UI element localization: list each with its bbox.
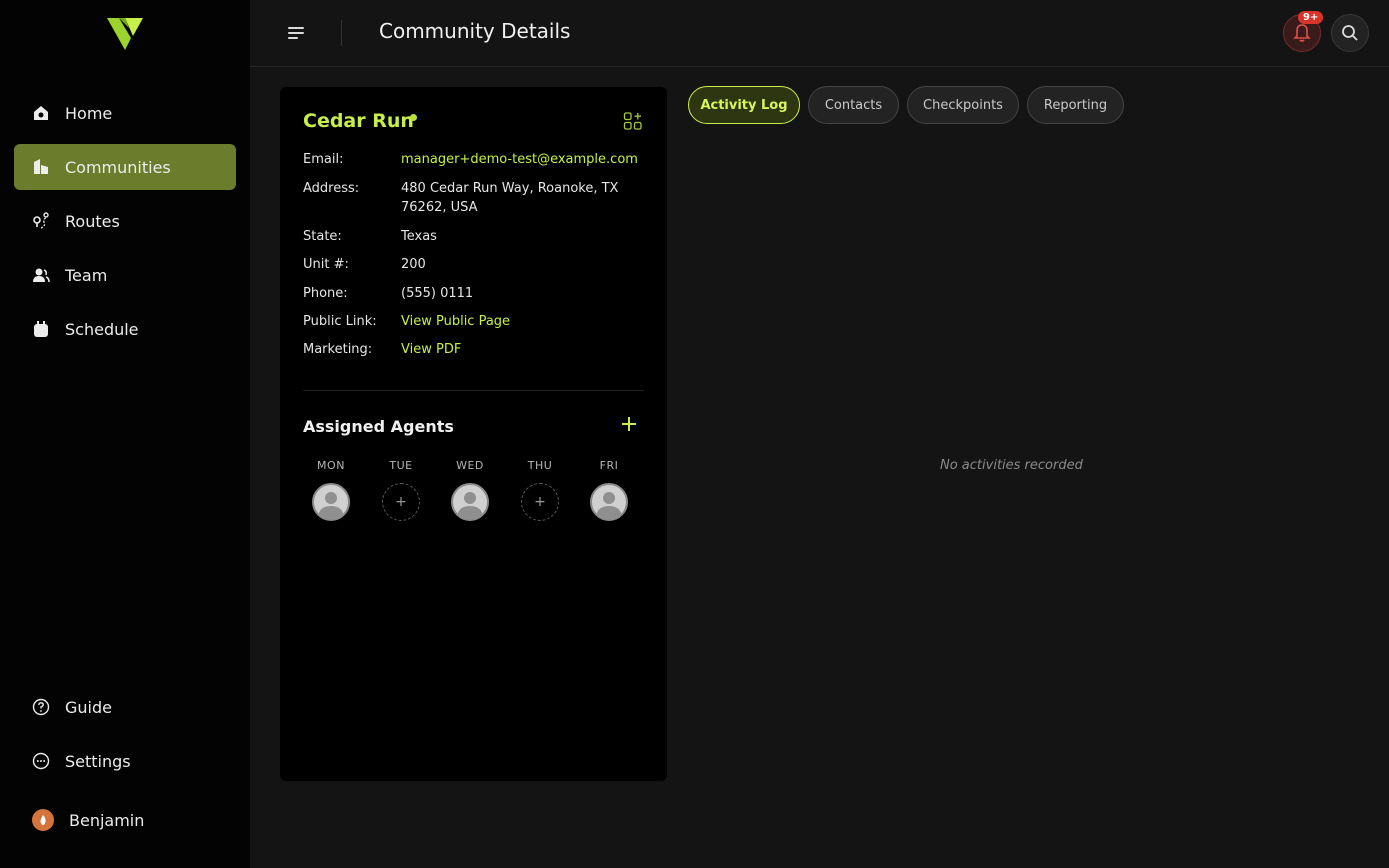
tab-contacts[interactable]: Contacts: [808, 86, 899, 124]
tab-checkpoints[interactable]: Checkpoints: [907, 86, 1019, 124]
user-silhouette-icon: [596, 492, 622, 519]
calendar-icon: [32, 320, 50, 338]
public-page-link[interactable]: View Public Page: [401, 312, 646, 331]
logo[interactable]: [105, 16, 145, 52]
top-header: Community Details 9+: [250, 0, 1389, 67]
unit-label: Unit #:: [303, 257, 349, 272]
add-agent-button[interactable]: [620, 415, 638, 433]
day-mon: MON: [309, 459, 353, 521]
day-label: MON: [317, 459, 345, 472]
notification-badge: 9+: [1298, 11, 1324, 24]
empty-state-message: No activities recorded: [940, 458, 1083, 473]
sidebar-item-label: Routes: [65, 211, 120, 231]
settings-icon: [32, 752, 50, 770]
day-label: FRI: [599, 459, 619, 472]
help-icon: [32, 698, 50, 716]
sidebar-item-routes[interactable]: Routes: [14, 198, 236, 244]
day-thu: THU +: [518, 459, 562, 521]
sidebar-item-label: Communities: [65, 157, 171, 177]
section-divider: [303, 390, 644, 391]
route-icon: [32, 212, 50, 230]
sidebar-item-home[interactable]: Home: [14, 90, 236, 136]
sidebar-item-communities[interactable]: Communities: [14, 144, 236, 190]
marketing-label: Marketing:: [303, 342, 373, 357]
team-icon: [32, 266, 50, 284]
home-icon: [32, 104, 50, 122]
sidebar-item-label: Settings: [65, 751, 131, 771]
state-label: State:: [303, 229, 342, 244]
hamburger-icon: [288, 27, 304, 39]
email-label: Email:: [303, 152, 344, 167]
day-label: THU: [527, 459, 553, 472]
address-label: Address:: [303, 181, 360, 196]
sidebar-item-label: Home: [65, 103, 113, 123]
assigned-agents-title: Assigned Agents: [303, 417, 454, 436]
user-silhouette-icon: [318, 492, 344, 519]
address-value: 480 Cedar Run Way, Roanoke, TX 76262, US…: [401, 181, 619, 215]
day-label: TUE: [389, 459, 413, 472]
public-link-label: Public Link:: [303, 314, 377, 329]
day-fri: FRI: [587, 459, 631, 521]
sidebar-item-schedule[interactable]: Schedule: [14, 306, 236, 352]
assign-agent-slot[interactable]: +: [521, 483, 559, 521]
sidebar-item-guide[interactable]: Guide: [14, 684, 236, 730]
unit-value: 200: [401, 257, 426, 272]
email-link[interactable]: manager+demo-test@example.com: [401, 150, 646, 169]
phone-value: (555) 0111: [401, 286, 474, 301]
sidebar-item-label: Guide: [65, 697, 112, 717]
sidebar: Home Communities Routes Team Schedule Gu…: [0, 0, 250, 868]
status-indicator: [410, 114, 417, 121]
phone-label: Phone:: [303, 286, 348, 301]
sidebar-item-settings[interactable]: Settings: [14, 738, 236, 784]
header-divider: [341, 20, 342, 46]
user-name: Benjamin: [69, 810, 145, 830]
plus-icon: [622, 417, 636, 431]
search-icon: [1342, 25, 1358, 41]
sidebar-item-team[interactable]: Team: [14, 252, 236, 298]
tab-activity-log[interactable]: Activity Log: [688, 86, 800, 124]
user-silhouette-icon: [457, 492, 483, 519]
sidebar-item-label: Schedule: [65, 319, 139, 339]
menu-toggle-button[interactable]: [286, 24, 306, 42]
agent-avatar[interactable]: [312, 483, 350, 521]
day-tue: TUE +: [379, 459, 423, 521]
building-icon: [32, 158, 50, 176]
qr-code-button[interactable]: [623, 111, 643, 131]
day-wed: WED: [448, 459, 492, 521]
page-title: Community Details: [379, 19, 571, 43]
bell-icon: [1293, 24, 1311, 42]
community-name: Cedar Run: [303, 110, 414, 132]
agent-avatar[interactable]: [451, 483, 489, 521]
assign-agent-slot[interactable]: +: [382, 483, 420, 521]
marketing-pdf-link[interactable]: View PDF: [401, 340, 646, 359]
agent-avatar[interactable]: [590, 483, 628, 521]
search-button[interactable]: [1331, 14, 1369, 52]
sidebar-item-label: Team: [65, 265, 108, 285]
user-profile[interactable]: Benjamin: [32, 809, 144, 831]
qr-grid-icon: [623, 112, 642, 130]
day-label: WED: [456, 459, 484, 472]
avatar: [32, 809, 54, 831]
tab-reporting[interactable]: Reporting: [1027, 86, 1124, 124]
community-detail-card: Cedar Run Email: manager+demo-test@examp…: [280, 87, 667, 781]
state-value: Texas: [401, 229, 437, 244]
